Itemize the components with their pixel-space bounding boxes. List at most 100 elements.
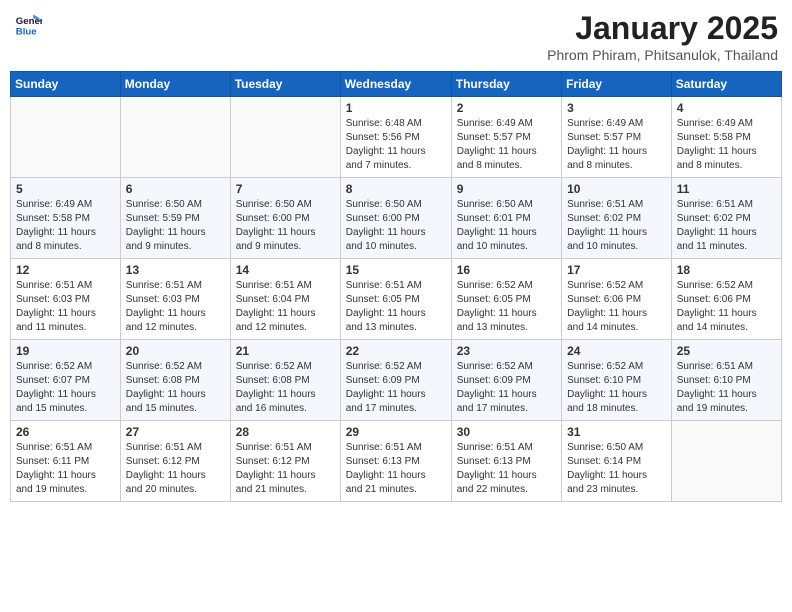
calendar-cell: 12 Sunrise: 6:51 AM Sunset: 6:03 PM Dayli… [11, 259, 121, 340]
day-info: Sunrise: 6:51 AM Sunset: 6:13 PM Dayligh… [346, 441, 446, 497]
day-number: 28 [236, 425, 335, 439]
page-header: General Blue January 2025 Phrom Phiram, … [10, 10, 782, 63]
calendar-cell: 16 Sunrise: 6:52 AM Sunset: 6:05 PM Dayli… [451, 259, 561, 340]
day-number: 25 [677, 344, 776, 358]
week-row-2: 5Sunrise: 6:49 AM Sunset: 5:58 PM Daylig… [11, 178, 782, 259]
calendar-cell: 13Sunrise: 6:51 AM Sunset: 6:03 PM Dayli… [120, 259, 230, 340]
day-info: Sunrise: 6:51 AM Sunset: 6:04 PM Dayligh… [236, 279, 335, 335]
day-number: 26 [16, 425, 115, 439]
day-info: Sunrise: 6:52 AM Sunset: 6:07 PM Dayligh… [16, 360, 115, 416]
day-number: 5 [16, 182, 115, 196]
day-info: Sunrise: 6:52 AM Sunset: 6:08 PM Dayligh… [126, 360, 225, 416]
calendar-cell: 17Sunrise: 6:52 AM Sunset: 6:06 PM Dayli… [562, 259, 672, 340]
day-info: Sunrise: 6:51 AM Sunset: 6:02 PM Dayligh… [567, 198, 666, 254]
day-number: 9 [457, 182, 556, 196]
calendar-cell: 5Sunrise: 6:49 AM Sunset: 5:58 PM Daylig… [11, 178, 121, 259]
calendar-cell: 1 Sunrise: 6:48 AM Sunset: 5:56 PM Daylig… [340, 97, 451, 178]
weekday-header-monday: Monday [120, 72, 230, 97]
day-number: 19 [16, 344, 115, 358]
day-info: Sunrise: 6:50 AM Sunset: 6:14 PM Dayligh… [567, 441, 666, 497]
calendar-cell: 9 Sunrise: 6:50 AM Sunset: 6:01 PM Daylig… [451, 178, 561, 259]
calendar-cell: 6 Sunrise: 6:50 AM Sunset: 5:59 PM Daylig… [120, 178, 230, 259]
day-number: 23 [457, 344, 556, 358]
day-number: 18 [677, 263, 776, 277]
day-number: 15 [346, 263, 446, 277]
day-info: Sunrise: 6:51 AM Sunset: 6:02 PM Dayligh… [677, 198, 776, 254]
day-info: Sunrise: 6:52 AM Sunset: 6:05 PM Dayligh… [457, 279, 556, 335]
svg-text:Blue: Blue [16, 27, 37, 38]
day-number: 21 [236, 344, 335, 358]
day-info: Sunrise: 6:50 AM Sunset: 6:01 PM Dayligh… [457, 198, 556, 254]
day-number: 22 [346, 344, 446, 358]
calendar-cell: 20 Sunrise: 6:52 AM Sunset: 6:08 PM Dayli… [120, 340, 230, 421]
calendar-cell [671, 421, 781, 502]
weekday-header-row: SundayMondayTuesdayWednesdayThursdayFrid… [11, 72, 782, 97]
day-info: Sunrise: 6:51 AM Sunset: 6:05 PM Dayligh… [346, 279, 446, 335]
calendar-cell: 18 Sunrise: 6:52 AM Sunset: 6:06 PM Dayli… [671, 259, 781, 340]
day-number: 7 [236, 182, 335, 196]
weekday-header-friday: Friday [562, 72, 672, 97]
calendar-cell: 14 Sunrise: 6:51 AM Sunset: 6:04 PM Dayli… [230, 259, 340, 340]
calendar-cell [230, 97, 340, 178]
day-info: Sunrise: 6:51 AM Sunset: 6:10 PM Dayligh… [677, 360, 776, 416]
day-number: 12 [16, 263, 115, 277]
day-info: Sunrise: 6:51 AM Sunset: 6:13 PM Dayligh… [457, 441, 556, 497]
calendar-cell: 24 Sunrise: 6:52 AM Sunset: 6:10 PM Dayli… [562, 340, 672, 421]
calendar-cell: 25 Sunrise: 6:51 AM Sunset: 6:10 PM Dayli… [671, 340, 781, 421]
day-info: Sunrise: 6:52 AM Sunset: 6:09 PM Dayligh… [457, 360, 556, 416]
day-info: Sunrise: 6:51 AM Sunset: 6:03 PM Dayligh… [16, 279, 115, 335]
day-info: Sunrise: 6:51 AM Sunset: 6:12 PM Dayligh… [236, 441, 335, 497]
calendar-cell: 31Sunrise: 6:50 AM Sunset: 6:14 PM Dayli… [562, 421, 672, 502]
weekday-header-sunday: Sunday [11, 72, 121, 97]
day-number: 2 [457, 101, 556, 115]
logo: General Blue [14, 10, 42, 38]
day-info: Sunrise: 6:48 AM Sunset: 5:56 PM Dayligh… [346, 117, 446, 173]
calendar-cell: 26Sunrise: 6:51 AM Sunset: 6:11 PM Dayli… [11, 421, 121, 502]
calendar-cell: 7 Sunrise: 6:50 AM Sunset: 6:00 PM Daylig… [230, 178, 340, 259]
day-info: Sunrise: 6:51 AM Sunset: 6:12 PM Dayligh… [126, 441, 225, 497]
calendar-cell: 28 Sunrise: 6:51 AM Sunset: 6:12 PM Dayli… [230, 421, 340, 502]
day-number: 6 [126, 182, 225, 196]
calendar-cell: 30 Sunrise: 6:51 AM Sunset: 6:13 PM Dayli… [451, 421, 561, 502]
calendar-cell [11, 97, 121, 178]
day-info: Sunrise: 6:52 AM Sunset: 6:10 PM Dayligh… [567, 360, 666, 416]
calendar-cell: 3Sunrise: 6:49 AM Sunset: 5:57 PM Daylig… [562, 97, 672, 178]
day-number: 14 [236, 263, 335, 277]
calendar-cell: 21 Sunrise: 6:52 AM Sunset: 6:08 PM Dayli… [230, 340, 340, 421]
calendar-table: SundayMondayTuesdayWednesdayThursdayFrid… [10, 71, 782, 502]
calendar-cell: 15 Sunrise: 6:51 AM Sunset: 6:05 PM Dayli… [340, 259, 451, 340]
day-number: 17 [567, 263, 666, 277]
calendar-cell: 29Sunrise: 6:51 AM Sunset: 6:13 PM Dayli… [340, 421, 451, 502]
month-title: January 2025 [547, 10, 778, 47]
day-info: Sunrise: 6:50 AM Sunset: 5:59 PM Dayligh… [126, 198, 225, 254]
day-info: Sunrise: 6:52 AM Sunset: 6:08 PM Dayligh… [236, 360, 335, 416]
week-row-1: 1 Sunrise: 6:48 AM Sunset: 5:56 PM Daylig… [11, 97, 782, 178]
day-info: Sunrise: 6:50 AM Sunset: 6:00 PM Dayligh… [236, 198, 335, 254]
logo-icon: General Blue [14, 10, 42, 38]
day-info: Sunrise: 6:49 AM Sunset: 5:57 PM Dayligh… [457, 117, 556, 173]
day-number: 11 [677, 182, 776, 196]
week-row-3: 12 Sunrise: 6:51 AM Sunset: 6:03 PM Dayli… [11, 259, 782, 340]
calendar-cell: 4Sunrise: 6:49 AM Sunset: 5:58 PM Daylig… [671, 97, 781, 178]
day-number: 30 [457, 425, 556, 439]
day-info: Sunrise: 6:49 AM Sunset: 5:57 PM Dayligh… [567, 117, 666, 173]
day-number: 13 [126, 263, 225, 277]
weekday-header-thursday: Thursday [451, 72, 561, 97]
day-number: 1 [346, 101, 446, 115]
weekday-header-tuesday: Tuesday [230, 72, 340, 97]
weekday-header-wednesday: Wednesday [340, 72, 451, 97]
title-block: January 2025 Phrom Phiram, Phitsanulok, … [547, 10, 778, 63]
calendar-cell: 27 Sunrise: 6:51 AM Sunset: 6:12 PM Dayli… [120, 421, 230, 502]
day-number: 16 [457, 263, 556, 277]
day-number: 20 [126, 344, 225, 358]
calendar-cell: 22Sunrise: 6:52 AM Sunset: 6:09 PM Dayli… [340, 340, 451, 421]
calendar-cell: 10Sunrise: 6:51 AM Sunset: 6:02 PM Dayli… [562, 178, 672, 259]
day-number: 27 [126, 425, 225, 439]
location-subtitle: Phrom Phiram, Phitsanulok, Thailand [547, 47, 778, 63]
week-row-5: 26Sunrise: 6:51 AM Sunset: 6:11 PM Dayli… [11, 421, 782, 502]
day-info: Sunrise: 6:49 AM Sunset: 5:58 PM Dayligh… [677, 117, 776, 173]
weekday-header-saturday: Saturday [671, 72, 781, 97]
day-number: 24 [567, 344, 666, 358]
day-info: Sunrise: 6:52 AM Sunset: 6:06 PM Dayligh… [677, 279, 776, 335]
calendar-cell: 2 Sunrise: 6:49 AM Sunset: 5:57 PM Daylig… [451, 97, 561, 178]
